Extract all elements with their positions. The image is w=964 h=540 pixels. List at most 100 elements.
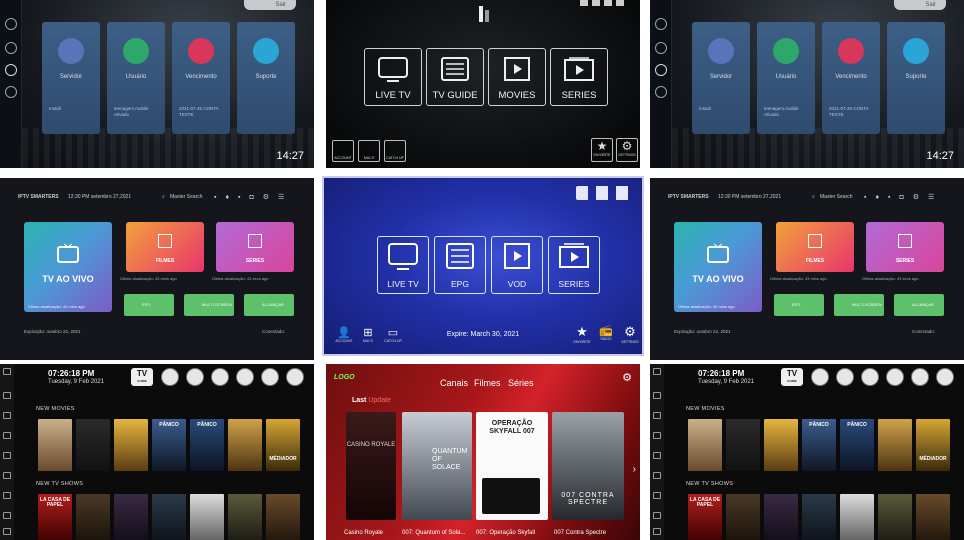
tile-vod[interactable]: VOD <box>491 236 543 294</box>
chevron-right-icon[interactable]: › <box>633 464 636 475</box>
gear-icon[interactable] <box>236 368 254 386</box>
show-poster[interactable] <box>840 494 874 540</box>
epg-button[interactable]: EPG <box>774 294 824 316</box>
play-icon[interactable] <box>3 472 11 479</box>
gear-icon[interactable]: ⚙ <box>622 371 632 384</box>
record-icon[interactable] <box>211 368 229 386</box>
series-icon[interactable] <box>3 452 11 459</box>
header-icons[interactable]: ▪♦▪◘⚙☰ <box>214 193 293 201</box>
play-icon[interactable] <box>655 18 667 30</box>
movie-card[interactable]: CASINO ROYALE <box>346 412 396 520</box>
nav-series[interactable]: Séries <box>508 378 534 388</box>
movie-poster[interactable] <box>878 419 912 471</box>
multiscreen-button[interactable]: MULTI-SCREEN <box>184 294 234 316</box>
menu-icon[interactable] <box>655 42 667 54</box>
show-poster[interactable] <box>76 494 110 540</box>
show-poster[interactable] <box>114 494 148 540</box>
server-card[interactable]: Servidor Install <box>692 22 750 134</box>
settings-icon[interactable] <box>5 86 17 98</box>
play-icon[interactable] <box>5 18 17 30</box>
movie-poster[interactable]: PÂNICO <box>190 419 224 471</box>
multiscreen-button[interactable]: MULTI-SCREEN <box>834 294 884 316</box>
show-poster[interactable] <box>802 494 836 540</box>
expiry-card[interactable]: Vencimento 2021-07-25 CONTA TESTE <box>172 22 230 134</box>
multi-button[interactable]: MULTI <box>358 140 380 162</box>
show-poster[interactable]: LA CASA DE PAPEL <box>38 494 72 540</box>
header-icons[interactable]: ▪♦▪◘⚙☰ <box>864 193 943 201</box>
catchup-button[interactable]: ▭ CATCH UP <box>382 326 404 348</box>
tile-series[interactable]: SERIES <box>216 222 294 272</box>
nav-channels[interactable]: Canais <box>440 378 468 388</box>
radio-icon[interactable] <box>653 492 661 499</box>
show-poster[interactable] <box>266 494 300 540</box>
favorite-button[interactable]: ★ FAVORITE <box>572 324 592 348</box>
show-poster[interactable] <box>726 494 760 540</box>
tv-icon[interactable] <box>3 412 11 419</box>
catchup-button[interactable]: ALCANÇAR <box>894 294 944 316</box>
tile-movies[interactable]: MOVIES <box>488 48 546 106</box>
show-poster[interactable] <box>190 494 224 540</box>
user-card[interactable]: Usuário teenagers.mobile Ativado <box>757 22 815 134</box>
record-icon[interactable] <box>861 368 879 386</box>
tile-series[interactable]: SERIES <box>548 236 600 294</box>
account-button[interactable]: ACCOUNT <box>332 140 354 162</box>
catchup-button[interactable]: CATCH UP <box>384 140 406 162</box>
movie-poster[interactable] <box>726 419 760 471</box>
clock-icon[interactable] <box>186 368 204 386</box>
clock-icon[interactable] <box>836 368 854 386</box>
tile-series[interactable]: SERIES <box>550 48 608 106</box>
tile-epg[interactable]: EPG <box>434 236 486 294</box>
grid-icon[interactable] <box>811 368 829 386</box>
movie-poster[interactable]: MÉDIADOR <box>916 419 950 471</box>
logout-pill[interactable]: Sair <box>894 0 946 10</box>
movie-poster[interactable] <box>764 419 798 471</box>
master-search[interactable]: Master Search <box>170 194 203 200</box>
mail-icon[interactable] <box>261 368 279 386</box>
catchup-button[interactable]: ALCANÇAR <box>244 294 294 316</box>
account-icon[interactable] <box>5 64 17 76</box>
show-poster[interactable] <box>228 494 262 540</box>
multi-button[interactable]: ⊞ MULTI <box>358 326 378 348</box>
show-poster[interactable] <box>152 494 186 540</box>
refresh-icon[interactable] <box>286 368 304 386</box>
menu-icon[interactable] <box>653 368 661 375</box>
master-search[interactable]: Master Search <box>820 194 853 200</box>
epg-button[interactable]: EPG <box>124 294 174 316</box>
show-poster[interactable] <box>878 494 912 540</box>
series-icon[interactable] <box>653 452 661 459</box>
support-card[interactable]: Suporte <box>887 22 945 134</box>
menu-icon[interactable] <box>5 42 17 54</box>
film-icon[interactable] <box>3 432 11 439</box>
gear-icon[interactable] <box>653 528 661 535</box>
search-icon[interactable]: ⌕ <box>812 194 815 200</box>
mail-icon[interactable] <box>911 368 929 386</box>
movie-card[interactable]: 007 CONTRA SPECTRE <box>552 412 624 520</box>
gear-icon[interactable] <box>3 528 11 535</box>
radio-icon[interactable] <box>3 492 11 499</box>
settings-icon[interactable] <box>655 86 667 98</box>
tile-movies[interactable]: FILMES <box>126 222 204 272</box>
tile-live-tv[interactable]: LIVE TV <box>377 236 429 294</box>
show-poster[interactable]: LA CASA DE PAPEL <box>688 494 722 540</box>
play-icon[interactable] <box>653 472 661 479</box>
expiry-card[interactable]: Vencimento 2021-07-25 CONTA TESTE <box>822 22 880 134</box>
tile-series[interactable]: SERIES <box>866 222 944 272</box>
tv-icon[interactable] <box>653 412 661 419</box>
movie-poster[interactable] <box>114 419 148 471</box>
movie-poster[interactable]: PÂNICO <box>152 419 186 471</box>
movie-poster[interactable]: PÂNICO <box>802 419 836 471</box>
movie-poster[interactable] <box>228 419 262 471</box>
logout-pill[interactable]: Sair <box>244 0 296 10</box>
tile-tv-guide[interactable]: TV GUIDE <box>426 48 484 106</box>
user-icon[interactable] <box>653 512 661 519</box>
movie-poster[interactable] <box>76 419 110 471</box>
menu-icon[interactable] <box>3 368 11 375</box>
home-icon[interactable] <box>3 392 11 399</box>
movie-poster[interactable] <box>688 419 722 471</box>
user-icon[interactable] <box>3 512 11 519</box>
movie-poster[interactable]: PÂNICO <box>840 419 874 471</box>
tile-live-tv[interactable]: TV AO VIVO Última atualização: 43 mins a… <box>674 222 762 312</box>
movie-poster[interactable]: MÉDIADOR <box>266 419 300 471</box>
tv-guide-button[interactable]: TV GUIDE <box>131 368 153 386</box>
server-card[interactable]: Servidor Install <box>42 22 100 134</box>
